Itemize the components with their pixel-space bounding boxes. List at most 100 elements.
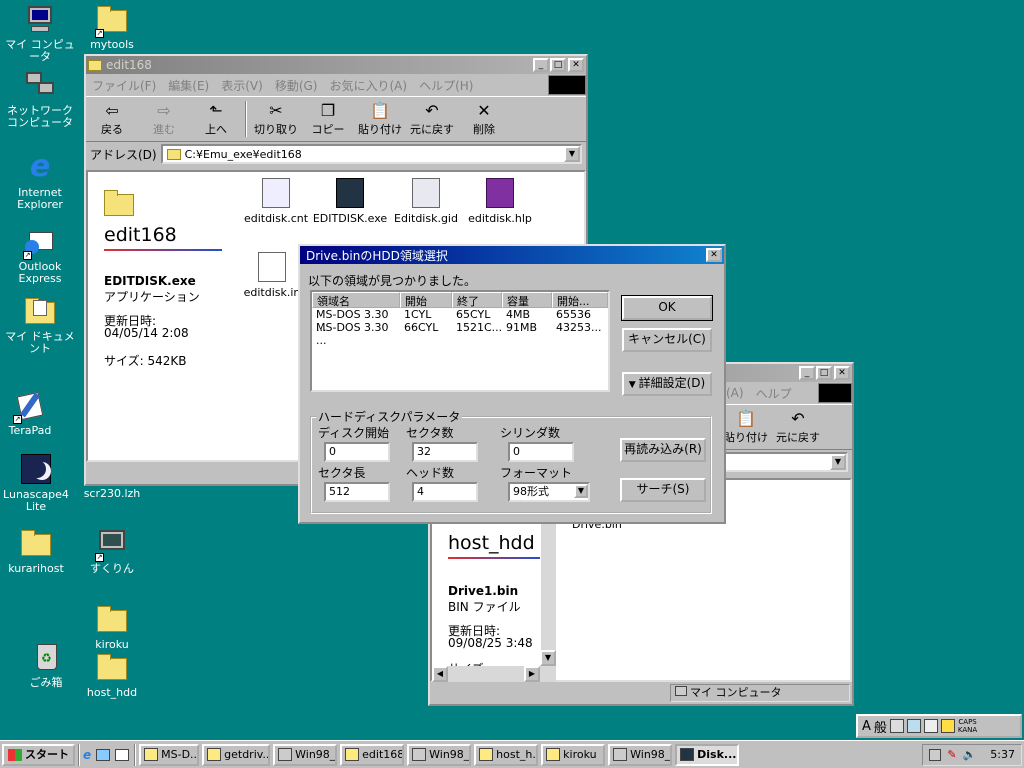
selected-file-name: Drive1.bin [448,584,519,598]
paste-button[interactable]: 📋 貼り付け [354,101,406,137]
taskbar-item[interactable]: Win98_... [273,743,338,766]
sectors-input[interactable]: 32 [412,442,478,462]
desktop-icon-host-hdd[interactable]: host_hdd [72,652,152,699]
ime-pad-icon[interactable] [923,719,938,733]
desktop-icon-kurarihost[interactable]: kurarihost [0,528,76,575]
desktop-icon-my-computer[interactable]: マイ コンピュータ [0,4,80,63]
close-button[interactable]: ✕ [706,248,722,262]
taskbar-item[interactable]: MS-D... [139,743,200,766]
menu-help[interactable]: ヘルプ [750,385,798,402]
maximize-button[interactable]: □ [816,366,832,380]
forward-button[interactable]: ⇨ 進む [138,101,190,137]
tray-scheduler-icon[interactable] [929,748,942,761]
close-button[interactable]: ✕ [834,366,850,380]
ime-tool-icon[interactable] [906,719,921,733]
paste-button[interactable]: 📋 貼り付け [720,409,772,445]
scroll-down-icon[interactable]: ▼ [540,650,556,666]
tray-pen-icon[interactable]: ✎ [947,748,956,761]
desktop-icon-label: TeraPad [8,424,52,437]
search-button[interactable]: サーチ(S) [620,478,706,502]
scroll-left-icon[interactable]: ◀ [432,666,448,682]
file-size: サイズ: 542KB [104,354,187,368]
desktop-icon-sukurin[interactable]: ↗ すくりん [72,528,152,575]
menu-help[interactable]: ヘルプ(H) [413,77,479,94]
file-item[interactable]: editdisk.cnt [236,178,316,225]
close-button[interactable]: ✕ [568,58,584,72]
ime-mode-general[interactable]: 般 [874,717,887,736]
hdd-area-select-dialog[interactable]: Drive.binのHDD領域選択 ✕ 以下の領域が見つかりました。 領域名 開… [298,244,726,524]
taskbar-item[interactable]: Disk... [675,743,740,766]
delete-button[interactable]: ✕ 削除 [458,101,510,137]
taskbar-item[interactable]: getdriv... [202,743,271,766]
edit-icon[interactable] [115,748,130,761]
cylinders-input[interactable]: 0 [508,442,574,462]
column-header-name[interactable]: 領域名 [312,292,400,308]
copy-button[interactable]: ❐ コピー [302,101,354,137]
menu-edit[interactable]: 編集(E) [162,77,215,94]
ie-icon[interactable]: e [83,748,91,762]
area-list[interactable]: 領域名 開始 終了 容量 開始... MS-DOS 3.30 ... 1CYL … [310,290,610,392]
desktop-icon-scr230[interactable]: scr230.lzh [72,488,152,500]
menu-favorites[interactable]: お気に入り(A) [323,77,413,94]
details-button[interactable]: ▼ 詳細設定(D) [622,372,712,396]
desktop-icon-terapad[interactable]: ↗ TeraPad [0,390,70,437]
maximize-button[interactable]: □ [550,58,566,72]
column-header-capacity[interactable]: 容量 [502,292,552,308]
menu-file[interactable]: ファイル(F) [86,77,162,94]
cell: 1521C... [456,321,503,334]
menu-view[interactable]: 表示(V) [215,77,269,94]
format-select[interactable]: 98形式 ▼ [508,482,590,502]
column-header-start-offset[interactable]: 開始... [552,292,608,308]
ime-dictionary-icon[interactable] [889,719,904,733]
cut-button[interactable]: ✂ 切り取り [250,101,302,137]
back-button[interactable]: ⇦ 戻る [86,101,138,137]
disk-start-input[interactable]: 0 [324,442,390,462]
taskbar-item[interactable]: edit168 [340,743,405,766]
file-item[interactable]: editdisk.hlp [460,178,540,225]
column-header-start[interactable]: 開始 [400,292,452,308]
file-item[interactable]: EDITDISK.exe [310,178,390,225]
table-row[interactable]: MS-DOS 3.30 ... 1CYL 65CYL 4MB 65536 [312,308,608,334]
desktop-icon-lunascape[interactable]: Lunascape4 Lite [0,454,76,513]
scroll-right-icon[interactable]: ▶ [524,666,540,682]
up-button[interactable]: ⬑ 上へ [190,101,242,137]
start-button[interactable]: スタート [2,743,75,766]
clock[interactable]: 5:37 [990,748,1015,761]
sector-length-label: セクタ長 [318,466,366,480]
reload-button[interactable]: 再読み込み(R) [620,438,706,462]
taskbar-item[interactable]: Win98_... [407,743,472,766]
desktop-icon-my-documents[interactable]: マイ ドキュメント [0,296,80,355]
minimize-button[interactable]: _ [533,58,549,72]
taskbar-item[interactable]: kiroku [541,743,606,766]
desktop-icon-outlook[interactable]: ↗ Outlook Express [0,226,80,285]
undo-button[interactable]: ↶ 元に戻す [772,409,824,445]
cancel-button[interactable]: キャンセル(C) [622,328,712,352]
column-header-end[interactable]: 終了 [452,292,502,308]
menu-go[interactable]: 移動(G) [269,77,324,94]
desktop-icon-label: Outlook Express [18,260,62,285]
file-item[interactable]: Editdisk.gid [386,178,466,225]
desktop-icon-mytools[interactable]: ↗ mytools [72,4,152,51]
windows-logo-icon [818,383,852,403]
desktop-icon-ie[interactable]: e Internet Explorer [0,152,80,211]
ime-mode-a[interactable]: A [862,719,871,734]
ok-button[interactable]: OK [621,295,713,321]
taskbar-item[interactable]: Win98_... [608,743,673,766]
title-bar[interactable]: edit168 _ □ ✕ [86,56,586,74]
chevron-down-icon[interactable]: ▼ [564,146,580,162]
ime-help-icon[interactable] [940,719,955,733]
desktop-icon[interactable] [96,748,111,761]
chevron-down-icon[interactable]: ▼ [830,454,846,470]
address-input[interactable]: C:¥Emu_exe¥edit168 ▼ [160,144,582,164]
desktop-icon-network[interactable]: ネットワーク コンピュータ [0,70,80,129]
tray-volume-icon[interactable]: 🔈 [963,748,977,761]
title-bar[interactable]: Drive.binのHDD領域選択 ✕ [300,246,724,264]
heads-input[interactable]: 4 [412,482,478,502]
taskbar-item[interactable]: host_h... [474,743,539,766]
chevron-down-icon[interactable]: ▼ [574,484,588,498]
drive-icon [278,748,293,761]
sector-length-input[interactable]: 512 [324,482,390,502]
minimize-button[interactable]: _ [799,366,815,380]
table-row[interactable]: MS-DOS 3.30 ... 66CYL 1521C... 91MB 4325… [312,321,608,347]
undo-button[interactable]: ↶ 元に戻す [406,101,458,137]
